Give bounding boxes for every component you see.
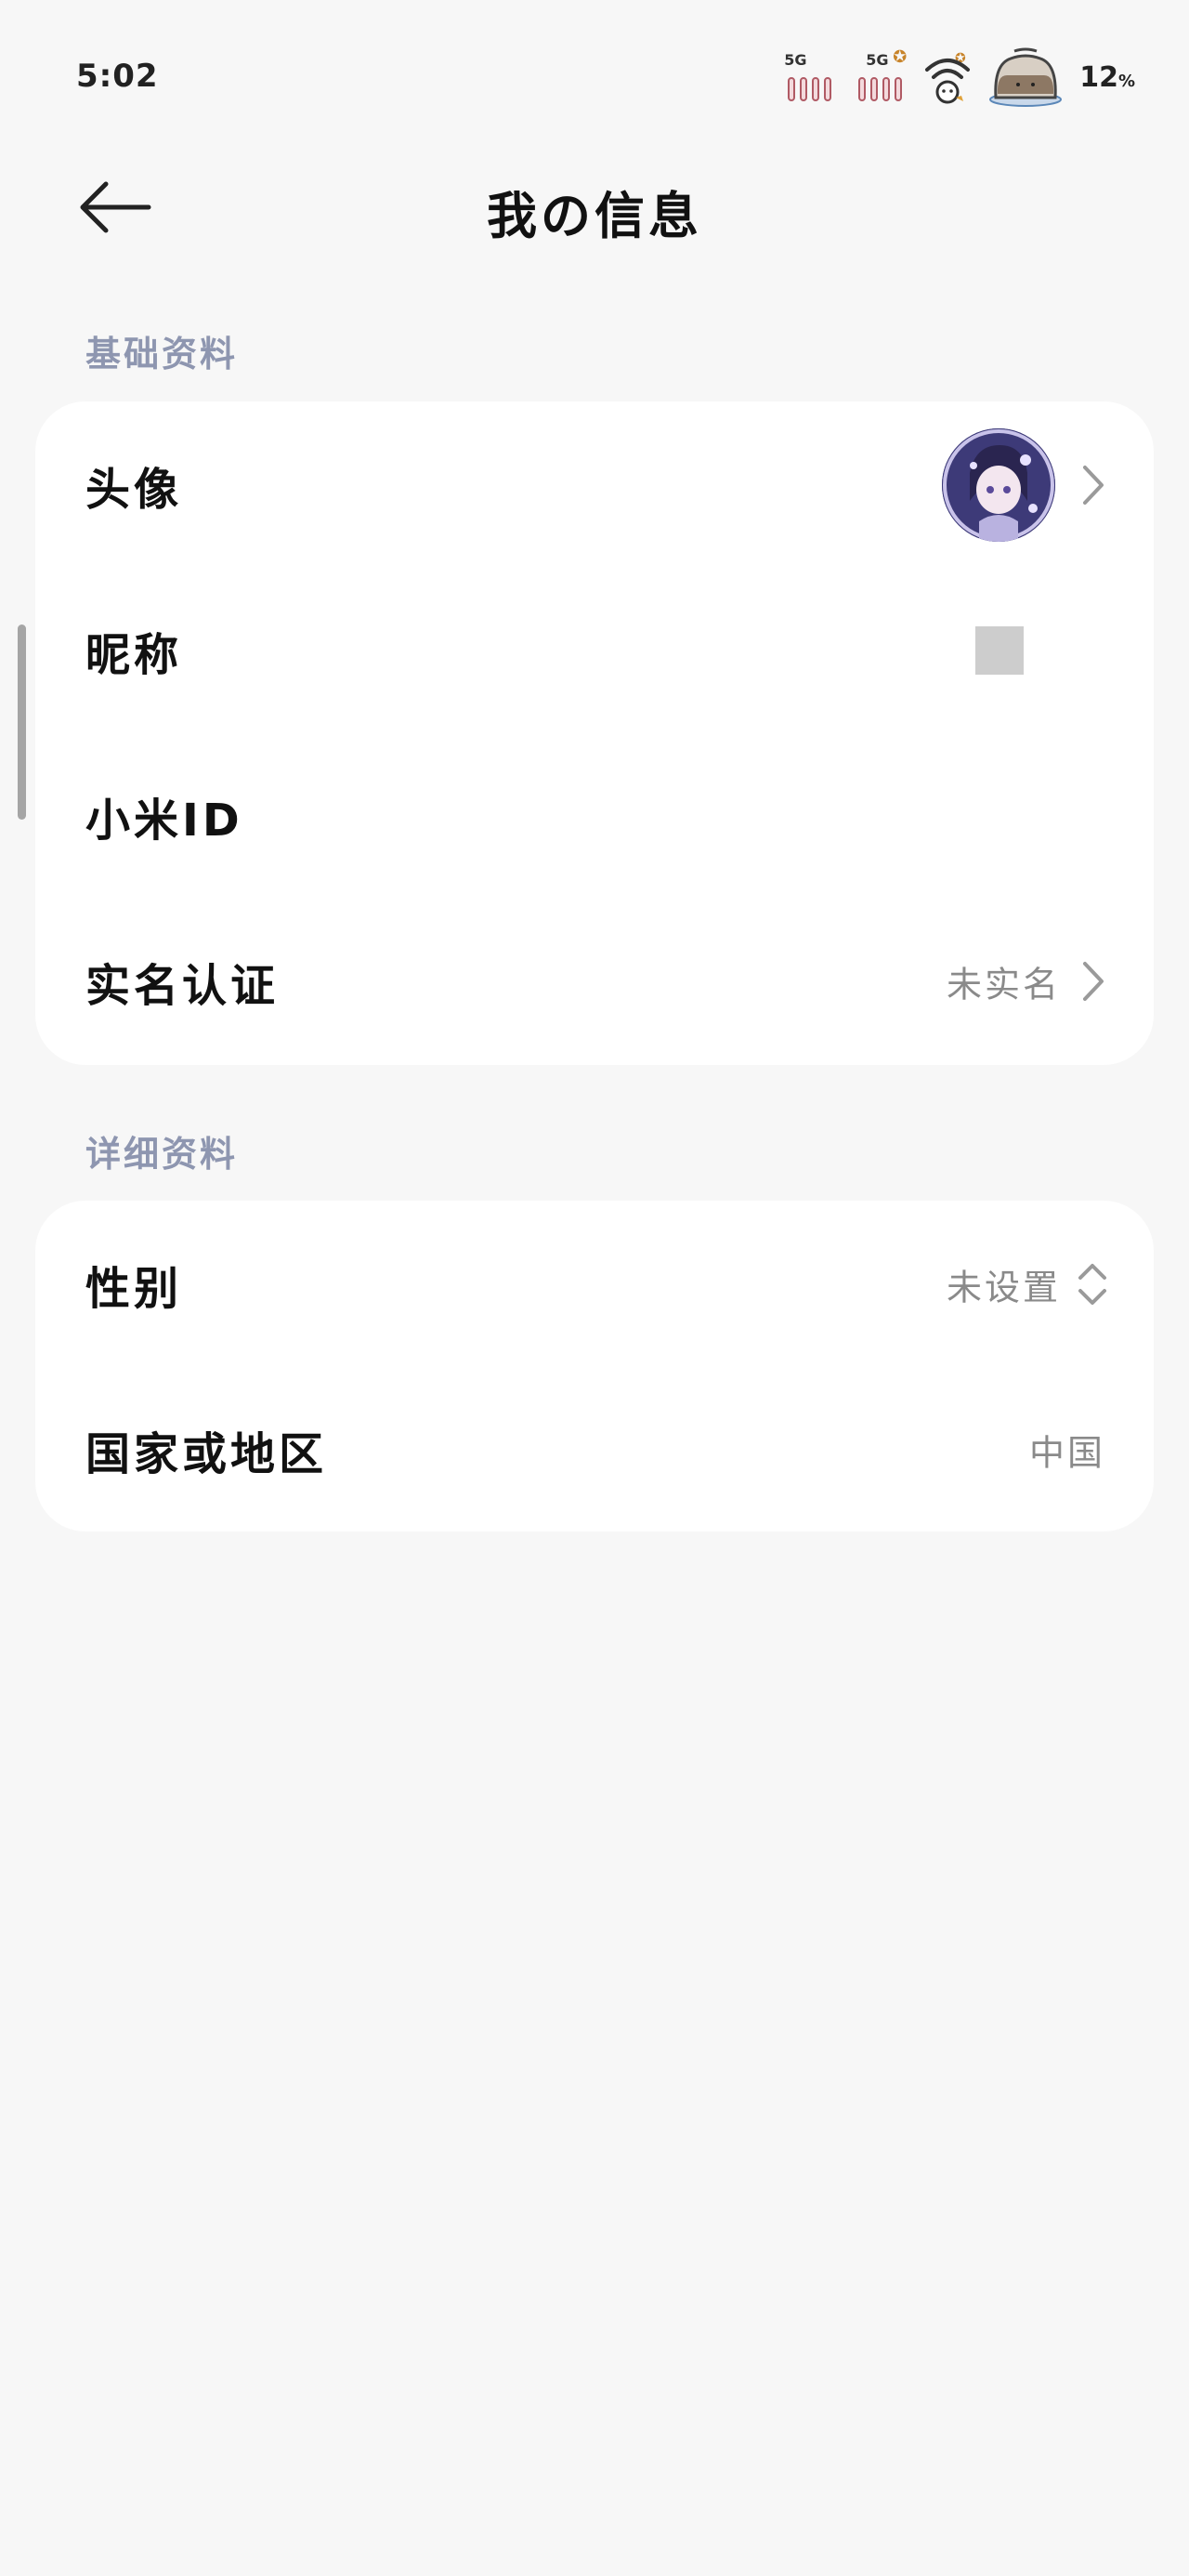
row-avatar[interactable]: 头像	[35, 401, 1154, 569]
chevron-right-icon	[1083, 466, 1104, 505]
row-real-name[interactable]: 实名认证 未实名	[35, 898, 1154, 1065]
row-value-real-name: 未实名	[946, 964, 1061, 1005]
card-basic-info: 头像 昵称 小米ID 实名认证 未实名	[35, 401, 1154, 1065]
avatar[interactable]	[942, 428, 1055, 542]
status-bar: 5:02 5G ✪ 5G ✪ 12%	[0, 0, 1189, 158]
signal-icon: 5G	[782, 49, 838, 105]
row-xiaomi-id[interactable]: 小米ID	[35, 732, 1154, 900]
signal-icon: ✪ 5G	[853, 47, 908, 105]
row-value-region: 中国	[1028, 1432, 1105, 1474]
chevron-right-icon	[1083, 962, 1104, 1001]
row-label-xiaomi-id: 小米ID	[85, 795, 243, 847]
battery-percent: 12%	[1079, 60, 1135, 94]
row-value-gender: 未设置	[946, 1267, 1061, 1308]
row-label-real-name: 实名认证	[85, 960, 280, 1012]
row-label-region: 国家或地区	[85, 1428, 328, 1480]
avatar-image	[942, 428, 1055, 542]
row-label-avatar: 头像	[85, 464, 183, 516]
wifi-icon: ✪	[925, 51, 971, 104]
chevron-up-down-icon	[1078, 1264, 1106, 1305]
scroll-indicator[interactable]	[18, 624, 26, 820]
network-type-label: 5G	[784, 51, 807, 69]
card-detail-info: 性别 未设置 国家或地区 中国	[35, 1201, 1154, 1531]
status-time: 5:02	[76, 58, 159, 95]
section-label-detail: 详细资料	[85, 1134, 239, 1175]
row-region[interactable]: 国家或地区 中国	[35, 1366, 1154, 1533]
battery-icon	[989, 47, 1063, 107]
row-label-gender: 性别	[85, 1263, 183, 1315]
nickname-value-placeholder	[975, 626, 1024, 675]
row-gender[interactable]: 性别 未设置	[35, 1201, 1154, 1368]
star-icon: ✪	[893, 47, 908, 67]
status-icons: 5G ✪ 5G ✪ 12%	[782, 45, 1135, 110]
section-label-basic: 基础资料	[85, 334, 239, 375]
page-title: 我の信息	[487, 187, 702, 245]
network-type-label: 5G	[866, 51, 889, 69]
row-label-nickname: 昵称	[85, 629, 183, 681]
header: 我の信息	[0, 158, 1189, 260]
row-nickname[interactable]: 昵称	[35, 567, 1154, 734]
